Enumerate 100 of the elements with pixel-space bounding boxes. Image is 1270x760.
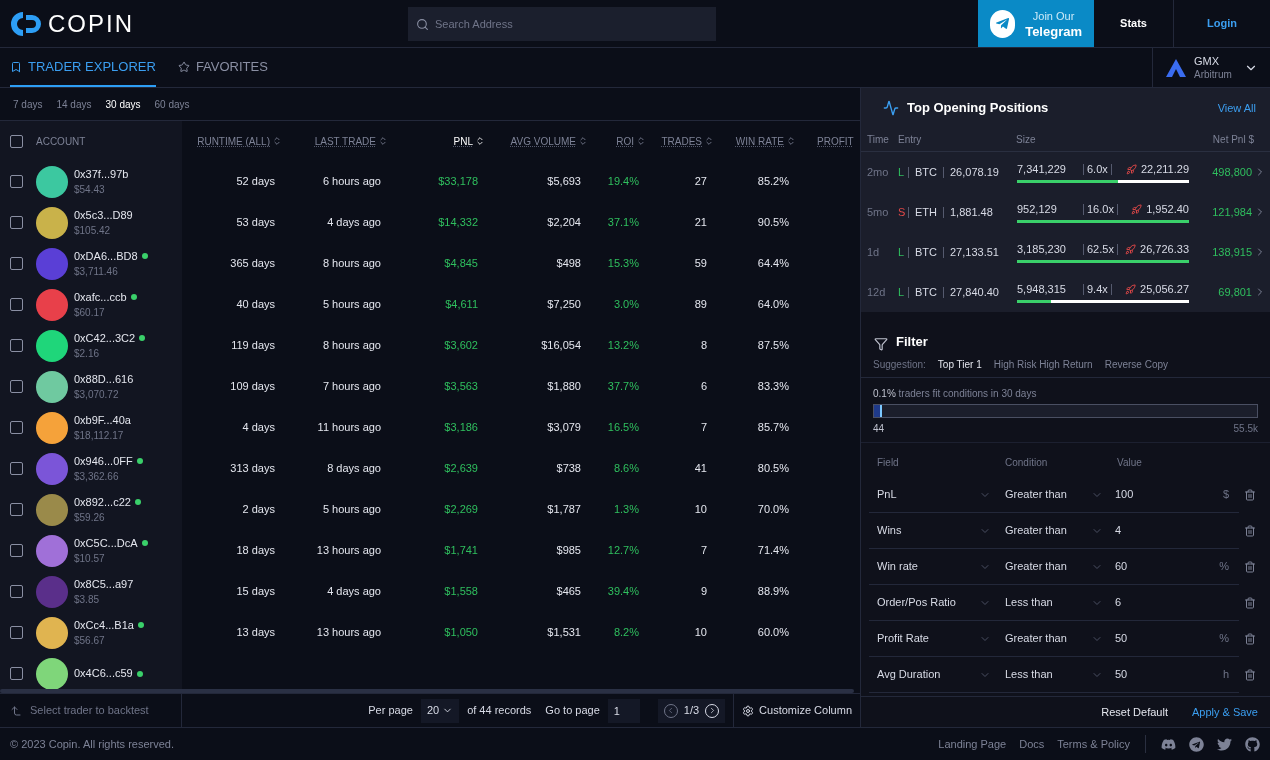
column-header[interactable]: PNL (453, 133, 485, 149)
row-checkbox[interactable] (10, 298, 23, 311)
account-address[interactable]: 0xC42...3C2 (74, 330, 136, 346)
column-header: Time (867, 133, 890, 147)
column-header[interactable]: RUNTIME (ALL) (197, 133, 282, 149)
row-checkbox[interactable] (10, 339, 23, 352)
position-row[interactable]: 2mo L BTC 26,078.19 7,341,229 6.0x 22,211.29 498,800 (861, 152, 1270, 192)
row-checkbox[interactable] (10, 257, 23, 270)
stats-link[interactable]: Stats (1094, 0, 1174, 47)
footer-link[interactable]: Landing Page (938, 735, 1007, 753)
discord-icon[interactable] (1161, 736, 1176, 752)
delete-icon[interactable] (1244, 561, 1256, 573)
value-field[interactable]: 100 (1115, 486, 1175, 503)
account-address[interactable]: 0x8C5...a97 (74, 576, 134, 592)
account-address[interactable]: 0xb9F...40a (74, 412, 131, 428)
row-checkbox[interactable] (10, 421, 23, 434)
position-row[interactable]: 1d L BTC 27,133.51 3,185,230 62.5x 26,726.33 138,915 (861, 232, 1270, 272)
select-all-checkbox[interactable] (10, 134, 23, 148)
value-field[interactable]: 60 (1115, 558, 1175, 575)
field-select[interactable]: Order/Pos Ratio (869, 594, 997, 611)
telegram-button[interactable]: Join Our Telegram (978, 0, 1094, 47)
value-field[interactable]: 6 (1115, 594, 1175, 611)
position-row[interactable]: 5mo S ETH 1,881.48 952,129 16.0x 1,952.40 121,984 (861, 192, 1270, 232)
column-header[interactable]: ROI (616, 133, 646, 149)
table-cell-text: $3,186 (444, 420, 478, 436)
period-tab[interactable]: 7 days (13, 96, 43, 112)
footer-link[interactable]: Terms & Policy (1057, 735, 1130, 753)
delete-icon[interactable] (1244, 489, 1256, 501)
account-address[interactable]: 0xCc4...B1a (74, 617, 134, 633)
account-address[interactable]: 0x37f...97b (74, 166, 129, 182)
period-tab[interactable]: 30 days (105, 96, 141, 112)
nav-tab[interactable]: FAVORITES (177, 48, 268, 87)
condition-select[interactable]: Greater than (997, 486, 1107, 503)
table-cell-text: $3,079 (547, 420, 581, 436)
reset-default-button[interactable]: Reset Default (1101, 703, 1168, 721)
twitter-icon[interactable] (1217, 736, 1232, 752)
row-checkbox[interactable] (10, 626, 23, 639)
view-all-link[interactable]: View All (1217, 99, 1256, 117)
column-header[interactable]: PROFIT (817, 133, 854, 149)
account-address[interactable]: 0xDA6...BD8 (74, 248, 138, 264)
account-address[interactable]: 0x4C6...c59 (74, 666, 133, 681)
suggestion-chip[interactable]: High Risk High Return (993, 357, 1093, 372)
account-balance: $54.43 (74, 182, 106, 197)
nav-tab[interactable]: TRADER EXPLORER (10, 48, 156, 87)
field-select[interactable]: Avg Duration (869, 666, 997, 683)
column-header[interactable]: TRADES (661, 133, 714, 149)
account-address[interactable]: 0x5c3...D89 (74, 207, 133, 223)
telegram-icon[interactable] (1189, 736, 1204, 752)
account-balance: $105.42 (74, 223, 112, 238)
row-checkbox[interactable] (10, 380, 23, 393)
condition-select[interactable]: Less than (997, 666, 1107, 683)
go-to-page-label: Go to page (545, 703, 600, 719)
suggestion-chip[interactable]: Reverse Copy (1104, 357, 1169, 372)
row-checkbox[interactable] (10, 503, 23, 516)
table-cell-text: 6 (700, 379, 707, 395)
customize-column-button[interactable]: Customize Column (733, 694, 860, 727)
account-address[interactable]: 0x946...0FF (74, 453, 133, 469)
protocol-selector[interactable]: GMX Arbitrum (1152, 48, 1270, 87)
column-header[interactable]: WIN RATE (735, 133, 796, 149)
condition-select[interactable]: Less than (997, 594, 1107, 611)
condition-select[interactable]: Greater than (997, 630, 1107, 647)
account-address[interactable]: 0xC5C...DcA (74, 535, 138, 551)
position-row[interactable]: 12d L BTC 27,840.40 5,948,315 9.4x 25,056.27 69,801 (861, 272, 1270, 312)
field-select[interactable]: PnL (869, 486, 997, 503)
condition-select[interactable]: Greater than (997, 522, 1107, 539)
table-cell-text: $1,558 (444, 584, 478, 600)
account-address[interactable]: 0x88D...616 (74, 371, 134, 387)
column-header[interactable]: AVG VOLUME (510, 133, 588, 149)
delete-icon[interactable] (1244, 597, 1256, 609)
account-address[interactable]: 0x892...c22 (74, 494, 131, 510)
table-cell-text: 13.2% (607, 338, 639, 354)
account-address[interactable]: 0xafc...ccb (74, 289, 127, 305)
delete-icon[interactable] (1244, 633, 1256, 645)
apply-save-button[interactable]: Apply & Save (1191, 703, 1258, 721)
per-page-select[interactable]: 20 (420, 698, 460, 723)
column-header[interactable]: LAST TRADE (314, 133, 388, 149)
footer-link[interactable]: Docs (1019, 735, 1045, 753)
field-select[interactable]: Wins (869, 522, 997, 539)
period-tab[interactable]: 60 days (154, 96, 190, 112)
page-input[interactable]: 1 (607, 698, 640, 723)
row-checkbox[interactable] (10, 667, 23, 680)
value-field[interactable]: 50 (1115, 666, 1175, 683)
table-cell-text: 9 (700, 584, 707, 600)
row-checkbox[interactable] (10, 544, 23, 557)
value-field[interactable]: 4 (1115, 522, 1175, 539)
condition-select[interactable]: Greater than (997, 558, 1107, 575)
delete-icon[interactable] (1244, 669, 1256, 681)
search-field[interactable]: Search Address (408, 6, 716, 41)
field-select[interactable]: Win rate (869, 558, 997, 575)
suggestion-chip[interactable]: Top Tier 1 (937, 357, 982, 372)
value-field[interactable]: 50 (1115, 630, 1175, 647)
login-link[interactable]: Login (1174, 0, 1270, 47)
field-select[interactable]: Profit Rate (869, 630, 997, 647)
delete-icon[interactable] (1244, 525, 1256, 537)
period-tab[interactable]: 14 days (56, 96, 92, 112)
github-icon[interactable] (1245, 736, 1260, 752)
row-checkbox[interactable] (10, 216, 23, 229)
row-checkbox[interactable] (10, 585, 23, 598)
row-checkbox[interactable] (10, 462, 23, 475)
row-checkbox[interactable] (10, 175, 23, 188)
